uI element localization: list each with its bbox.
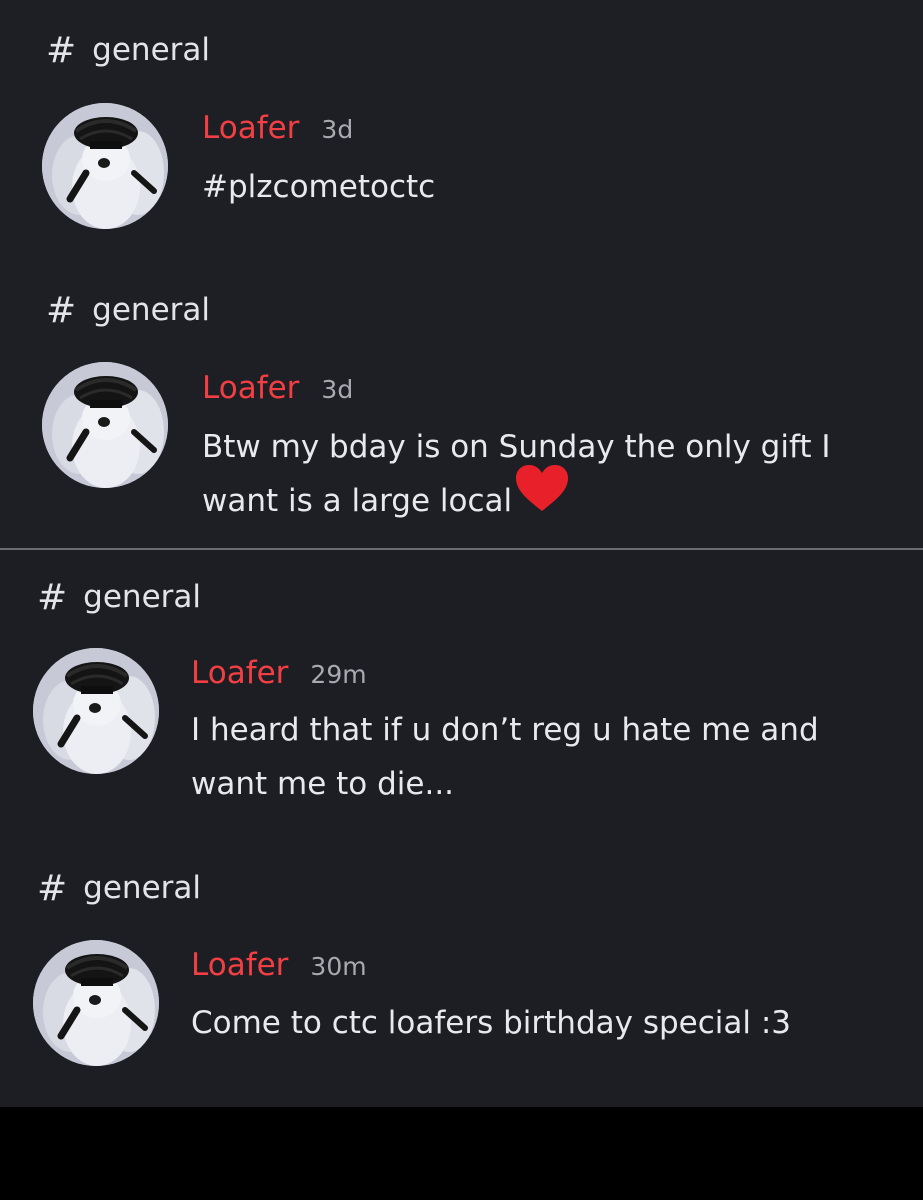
screenshot-collage: # general Loafer 3d #plzcometoctc # gene… bbox=[0, 0, 923, 1200]
channel-name: general bbox=[83, 579, 201, 615]
dog-avatar-icon[interactable] bbox=[33, 648, 159, 774]
channel-name: general bbox=[92, 292, 210, 328]
channel-hash-icon: # bbox=[46, 289, 77, 331]
channel-link-general[interactable]: # general bbox=[37, 576, 201, 618]
message-timestamp: 3d bbox=[321, 115, 354, 144]
message-header: Loafer 3d bbox=[202, 370, 353, 410]
avatar-image bbox=[42, 362, 168, 488]
message-line: I heard that if u don’t reg u hate me an… bbox=[191, 712, 819, 748]
message-line: want me to die... bbox=[191, 766, 455, 802]
message-line: Come to ctc loafers birthday special :3 bbox=[191, 1005, 792, 1041]
dog-avatar-icon[interactable] bbox=[42, 362, 168, 488]
message-text: Btw my bday is on Sunday the only gift I… bbox=[202, 420, 830, 530]
message-text: Come to ctc loafers birthday special :3 bbox=[191, 996, 791, 1050]
dog-avatar-icon[interactable] bbox=[33, 940, 159, 1066]
avatar-image bbox=[42, 103, 168, 229]
channel-link-general[interactable]: # general bbox=[37, 867, 201, 909]
message-header: Loafer 3d bbox=[202, 110, 353, 150]
channel-hash-icon: # bbox=[37, 576, 68, 618]
message-line: #plzcometoctc bbox=[202, 169, 436, 205]
avatar-image bbox=[33, 648, 159, 774]
message-timestamp: 29m bbox=[310, 660, 367, 689]
message-timestamp: 3d bbox=[321, 375, 354, 404]
channel-name: general bbox=[83, 870, 201, 906]
red-heart-icon bbox=[514, 463, 570, 530]
channel-hash-icon: # bbox=[46, 29, 77, 71]
channel-hash-icon: # bbox=[37, 867, 68, 909]
channel-link-general[interactable]: # general bbox=[46, 289, 210, 331]
author-name[interactable]: Loafer bbox=[202, 110, 299, 146]
channel-link-general[interactable]: # general bbox=[46, 29, 210, 71]
channel-name: general bbox=[92, 32, 210, 68]
message-text: #plzcometoctc bbox=[202, 160, 435, 214]
author-name[interactable]: Loafer bbox=[202, 370, 299, 406]
bottom-black-bar bbox=[0, 1107, 923, 1200]
avatar-image bbox=[33, 940, 159, 1066]
message-text: I heard that if u don’t reg u hate me an… bbox=[191, 703, 819, 811]
message-header: Loafer 29m bbox=[191, 655, 367, 695]
message-line: want is a large local bbox=[202, 483, 513, 519]
author-name[interactable]: Loafer bbox=[191, 947, 288, 983]
message-line-with-emoji: want is a large local bbox=[202, 465, 830, 530]
message-timestamp: 30m bbox=[310, 952, 367, 981]
dog-avatar-icon[interactable] bbox=[42, 103, 168, 229]
message-header: Loafer 30m bbox=[191, 947, 367, 987]
author-name[interactable]: Loafer bbox=[191, 655, 288, 691]
